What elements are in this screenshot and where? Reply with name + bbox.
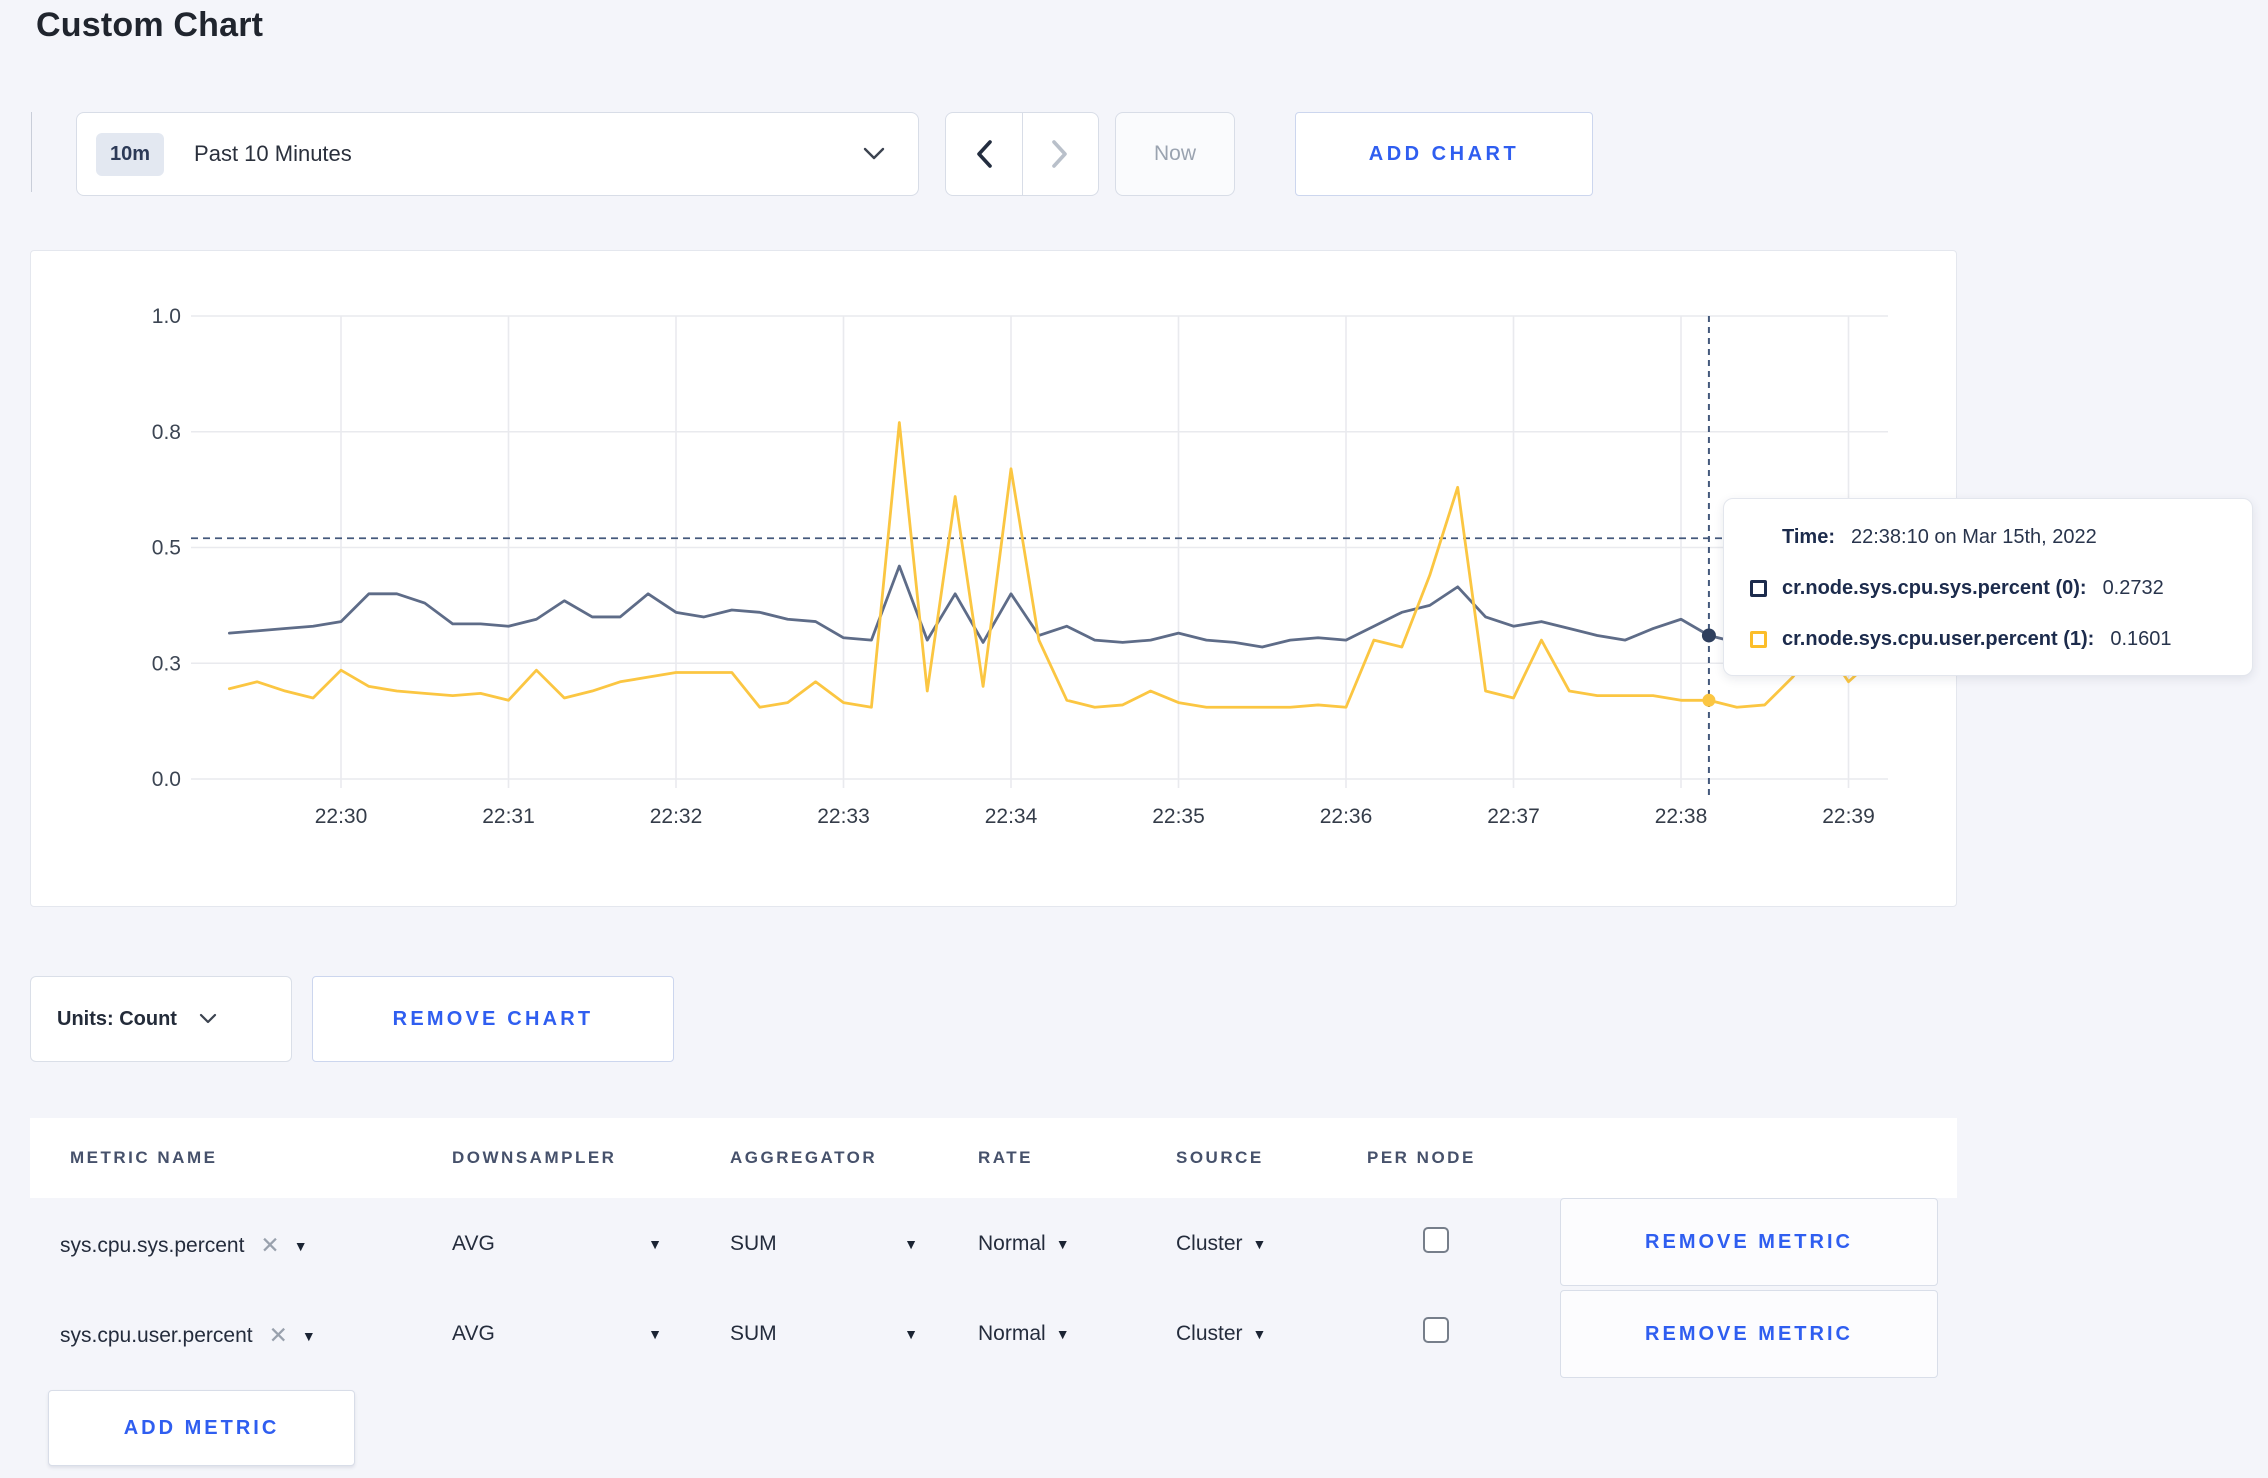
tooltip-series-label: cr.node.sys.cpu.user.percent (1): — [1782, 627, 2095, 650]
source-value: Cluster — [1176, 1232, 1243, 1255]
custom-chart-page: Custom Chart 10m Past 10 Minutes Now ADD… — [0, 0, 2268, 1478]
caret-down-icon: ▼ — [301, 1327, 316, 1344]
remove-metric-button[interactable]: REMOVE METRIC — [1560, 1198, 1938, 1286]
series-user-legend-icon — [1750, 630, 1767, 648]
time-range-dropdown[interactable]: 10m Past 10 Minutes — [76, 112, 919, 196]
col-header-downsampler: DOWNSAMPLER — [452, 1148, 617, 1167]
col-header-rate: RATE — [978, 1148, 1034, 1167]
metric-name-value: sys.cpu.user.percent — [60, 1323, 253, 1347]
svg-text:22:36: 22:36 — [1320, 805, 1373, 828]
source-value: Cluster — [1176, 1322, 1243, 1345]
svg-text:22:35: 22:35 — [1152, 805, 1205, 828]
svg-text:0.8: 0.8 — [152, 421, 181, 444]
tooltip-series-row: cr.node.sys.cpu.sys.percent (0): 0.2732 — [1750, 575, 2252, 601]
svg-text:22:32: 22:32 — [650, 805, 703, 828]
tooltip-time-row: Time: 22:38:10 on Mar 15th, 2022 — [1750, 524, 2252, 550]
svg-text:22:30: 22:30 — [315, 805, 368, 828]
rate-select[interactable]: Normal ▼ — [978, 1232, 1070, 1256]
svg-text:1.0: 1.0 — [152, 305, 181, 328]
aggregator-value: SUM — [730, 1232, 777, 1255]
tooltip-series-value: 0.1601 — [2110, 627, 2172, 650]
page-title: Custom Chart — [36, 6, 264, 44]
units-label: Units: Count — [57, 1007, 177, 1030]
metric-name-value: sys.cpu.sys.percent — [60, 1233, 245, 1257]
next-time-button[interactable] — [1021, 113, 1099, 195]
rate-value: Normal — [978, 1232, 1046, 1255]
remove-metric-button[interactable]: REMOVE METRIC — [1560, 1290, 1938, 1378]
svg-text:22:39: 22:39 — [1822, 805, 1875, 828]
svg-text:22:33: 22:33 — [817, 805, 870, 828]
rate-select[interactable]: Normal ▼ — [978, 1322, 1070, 1346]
tooltip-time-value: 22:38:10 on Mar 15th, 2022 — [1850, 525, 2097, 548]
aggregator-value: SUM — [730, 1322, 777, 1345]
chevron-down-icon — [199, 1013, 217, 1024]
chevron-down-icon — [863, 147, 885, 160]
col-header-source: SOURCE — [1176, 1148, 1264, 1167]
aggregator-select[interactable]: SUM ▼ — [730, 1232, 918, 1256]
metric-name-select[interactable]: sys.cpu.sys.percent ✕ ▼ — [60, 1232, 308, 1259]
source-select[interactable]: Cluster ▼ — [1176, 1322, 1266, 1346]
per-node-checkbox[interactable] — [1423, 1317, 1449, 1343]
svg-text:22:31: 22:31 — [482, 805, 535, 828]
caret-down-icon: ▼ — [648, 1326, 662, 1342]
caret-down-icon: ▼ — [293, 1237, 308, 1254]
toolbar-divider — [31, 112, 32, 192]
caret-down-icon: ▼ — [904, 1326, 918, 1342]
timeseries-chart[interactable]: 0.0 0.3 0.5 0.8 1.0 22:30 22:31 22:32 22:33 22:34… — [31, 251, 1956, 906]
svg-text:0.0: 0.0 — [152, 768, 181, 791]
svg-text:0.3: 0.3 — [152, 652, 181, 675]
tooltip-series-label: cr.node.sys.cpu.sys.percent (0): — [1782, 576, 2087, 599]
units-dropdown[interactable]: Units: Count — [30, 976, 292, 1062]
time-window-arrows — [945, 112, 1099, 196]
chart-tooltip: Time: 22:38:10 on Mar 15th, 2022 cr.node… — [1723, 498, 2253, 676]
series-sys-legend-icon — [1750, 579, 1767, 597]
caret-down-icon: ▼ — [904, 1236, 918, 1252]
aggregator-select[interactable]: SUM ▼ — [730, 1322, 918, 1346]
per-node-checkbox[interactable] — [1423, 1227, 1449, 1253]
clear-metric-icon[interactable]: ✕ — [269, 1322, 288, 1349]
tooltip-series-row: cr.node.sys.cpu.user.percent (1): 0.1601 — [1750, 626, 2252, 652]
downsampler-value: AVG — [452, 1322, 495, 1345]
downsampler-select[interactable]: AVG ▼ — [452, 1232, 662, 1256]
chevron-left-icon — [976, 140, 992, 168]
caret-down-icon: ▼ — [1252, 1236, 1267, 1252]
caret-down-icon: ▼ — [1252, 1326, 1267, 1342]
source-select[interactable]: Cluster ▼ — [1176, 1232, 1266, 1256]
svg-text:22:37: 22:37 — [1487, 805, 1540, 828]
remove-chart-button[interactable]: REMOVE CHART — [312, 976, 674, 1062]
clear-metric-icon[interactable]: ✕ — [260, 1232, 279, 1259]
time-range-label: Past 10 Minutes — [194, 141, 352, 166]
metrics-table-header: METRIC NAME DOWNSAMPLER AGGREGATOR RATE … — [30, 1118, 1957, 1198]
chevron-right-icon — [1052, 140, 1068, 168]
caret-down-icon: ▼ — [648, 1236, 662, 1252]
add-chart-button[interactable]: ADD CHART — [1295, 112, 1593, 196]
col-header-aggregator: AGGREGATOR — [730, 1148, 878, 1167]
col-header-per-node: PER NODE — [1367, 1148, 1476, 1167]
svg-text:0.5: 0.5 — [152, 537, 181, 560]
svg-text:22:38: 22:38 — [1655, 805, 1708, 828]
caret-down-icon: ▼ — [1055, 1236, 1070, 1252]
tooltip-time-label: Time: — [1782, 525, 1835, 548]
downsampler-select[interactable]: AVG ▼ — [452, 1322, 662, 1346]
rate-value: Normal — [978, 1322, 1046, 1345]
tooltip-series-value: 0.2732 — [2102, 576, 2164, 599]
col-header-metric-name: METRIC NAME — [70, 1148, 218, 1167]
metric-name-select[interactable]: sys.cpu.user.percent ✕ ▼ — [60, 1322, 316, 1349]
chart-card: 0.0 0.3 0.5 0.8 1.0 22:30 22:31 22:32 22:33 22:34… — [30, 250, 1957, 907]
downsampler-value: AVG — [452, 1232, 495, 1255]
now-button[interactable]: Now — [1115, 112, 1235, 196]
add-metric-button[interactable]: ADD METRIC — [48, 1390, 355, 1466]
time-range-badge: 10m — [96, 132, 165, 176]
caret-down-icon: ▼ — [1055, 1326, 1070, 1342]
svg-text:22:34: 22:34 — [985, 805, 1038, 828]
prev-time-button[interactable] — [946, 113, 1022, 195]
